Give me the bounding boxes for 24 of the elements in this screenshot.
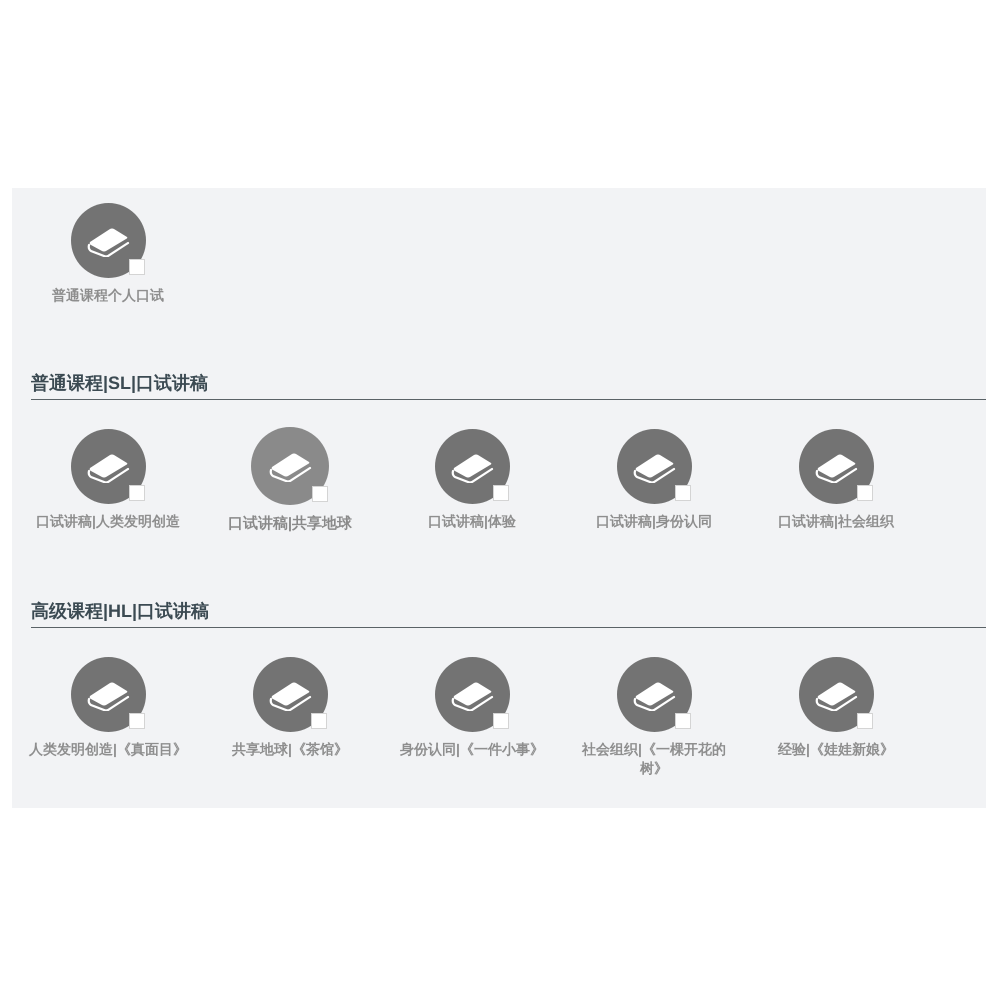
checkbox[interactable] (312, 486, 328, 502)
course-label[interactable]: 经验|《娃娃新娘》 (757, 740, 915, 759)
section-heading: 高级课程|HL|口试讲稿 (31, 601, 210, 621)
section-heading: 普通课程|SL|口试讲稿 (31, 373, 208, 393)
checkbox[interactable] (856, 485, 872, 501)
course-label[interactable]: 身份认同|《一件小事》 (393, 740, 551, 759)
course-label[interactable]: 口试讲稿|社会组织 (757, 512, 915, 531)
checkbox[interactable] (128, 485, 144, 501)
course-label[interactable]: 口试讲稿|人类发明创造 (29, 512, 187, 531)
course-label[interactable]: 口试讲稿|共享地球 (211, 514, 369, 533)
course-label[interactable]: 口试讲稿|身份认同 (575, 512, 733, 531)
checkbox[interactable] (128, 259, 144, 275)
checkbox[interactable] (674, 713, 690, 729)
checkbox[interactable] (492, 485, 508, 501)
course-label[interactable]: 人类发明创造|《真面目》 (29, 740, 187, 759)
checkbox[interactable] (492, 713, 508, 729)
checkbox[interactable] (674, 485, 690, 501)
checkbox[interactable] (310, 713, 326, 729)
checkbox[interactable] (128, 713, 144, 729)
course-label[interactable]: 口试讲稿|体验 (393, 512, 551, 531)
checkbox[interactable] (856, 713, 872, 729)
course-label[interactable]: 社会组织|《一棵开花的树》 (575, 740, 733, 778)
course-label[interactable]: 共享地球|《茶馆》 (211, 740, 369, 759)
course-label[interactable]: 普通课程个人口试 (29, 286, 187, 305)
